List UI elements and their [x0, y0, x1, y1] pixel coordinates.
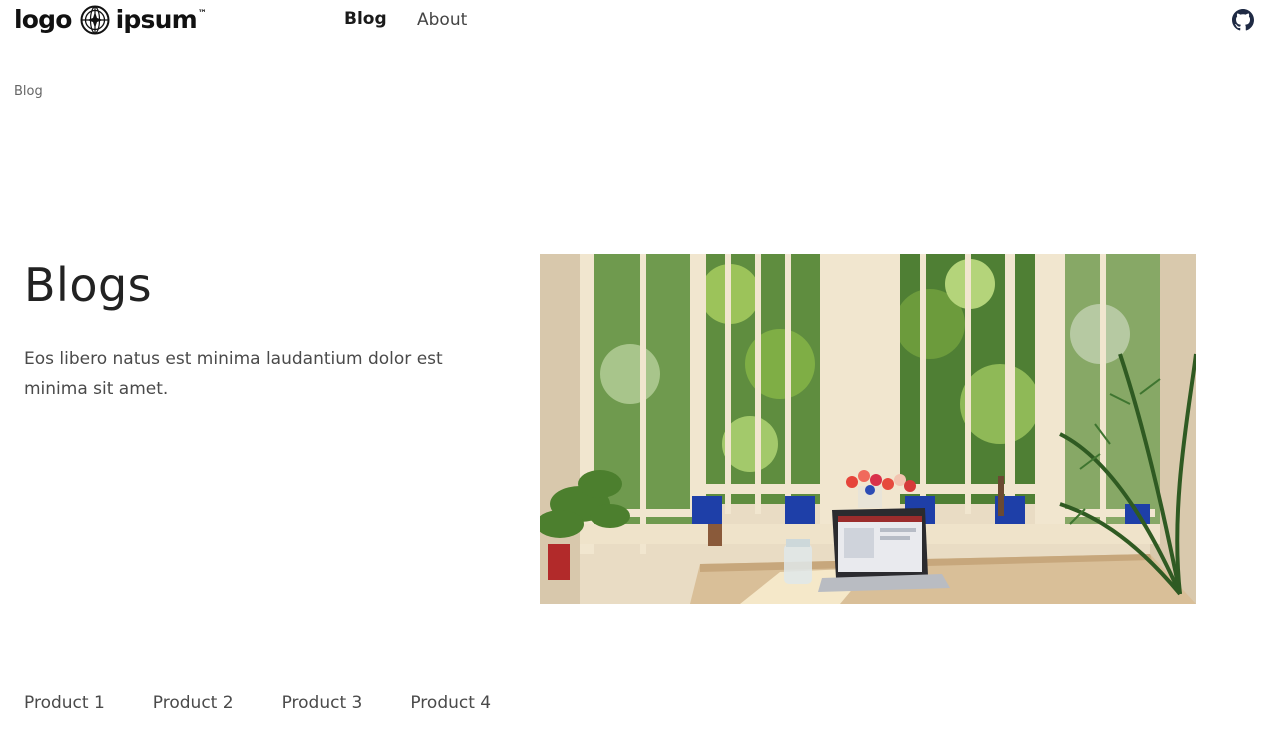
logo-word-right: ipsum	[115, 5, 198, 34]
site-header: logo ipsum ™ Blog About	[0, 0, 1266, 44]
product-link-2[interactable]: Product 2	[153, 693, 234, 713]
page-description: Eos libero natus est minima laudantium d…	[24, 349, 443, 399]
logo-trademark: ™	[197, 9, 207, 19]
product-link-3[interactable]: Product 3	[282, 693, 363, 713]
product-link-4[interactable]: Product 4	[410, 693, 491, 713]
logo-word-left: logo	[14, 5, 72, 34]
window-desk-illustration	[540, 254, 1196, 604]
github-link[interactable]	[1232, 9, 1254, 31]
breadcrumb-current: Blog	[14, 84, 43, 99]
globe-icon	[80, 5, 110, 35]
hero-image	[540, 254, 1196, 604]
logo-link[interactable]: logo ipsum ™	[14, 5, 207, 35]
nav-link-about[interactable]: About	[417, 10, 467, 30]
github-icon	[1232, 9, 1254, 31]
product-nav: Product 1 Product 2 Product 3 Product 4	[24, 693, 539, 713]
nav-link-blog[interactable]: Blog	[344, 9, 387, 29]
breadcrumb: Blog	[14, 84, 43, 99]
product-link-1[interactable]: Product 1	[24, 693, 105, 713]
page-title: Blogs	[24, 258, 153, 312]
